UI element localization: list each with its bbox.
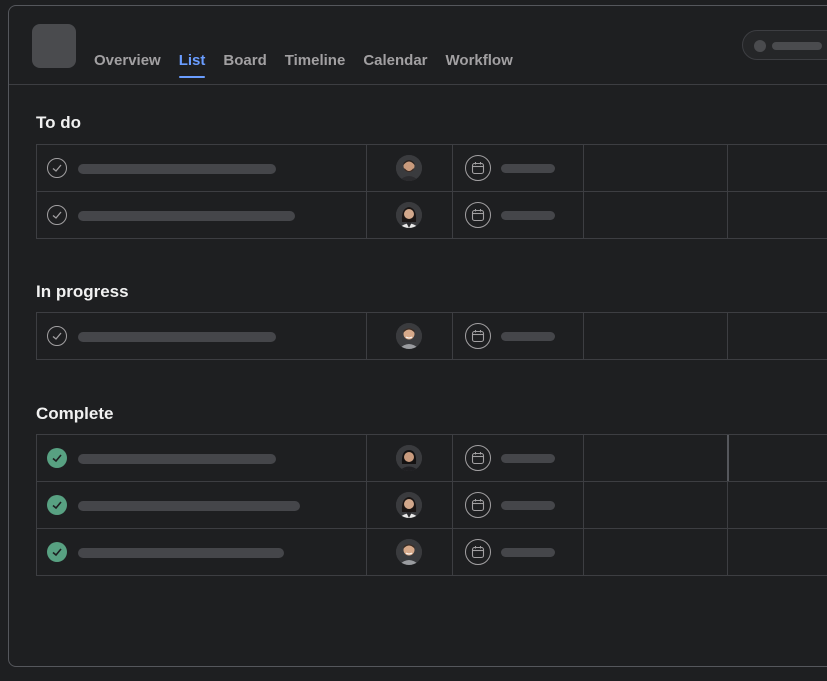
tab-calendar[interactable]: Calendar (363, 52, 427, 77)
section-title-todo: To do (36, 113, 81, 132)
section-title-complete: Complete (36, 404, 114, 423)
section-table-complete (36, 434, 827, 576)
calendar-icon[interactable] (465, 323, 491, 349)
task-row[interactable] (36, 435, 827, 482)
tab-timeline[interactable]: Timeline (285, 52, 346, 77)
task-row[interactable] (36, 145, 827, 192)
task-name-placeholder[interactable] (78, 164, 276, 174)
project-icon[interactable] (32, 24, 76, 68)
check-circle-icon[interactable] (47, 158, 67, 178)
calendar-icon[interactable] (465, 539, 491, 565)
check-circle-filled-icon[interactable] (47, 495, 67, 515)
tab-overview[interactable]: Overview (94, 52, 161, 77)
assignee-avatar[interactable] (396, 539, 422, 565)
tab-board[interactable]: Board (223, 52, 266, 77)
due-date-placeholder[interactable] (501, 164, 555, 173)
task-row[interactable] (36, 482, 827, 529)
task-name-placeholder[interactable] (78, 454, 276, 464)
tab-workflow[interactable]: Workflow (446, 52, 513, 77)
assignee-avatar[interactable] (396, 492, 422, 518)
section-table-todo (36, 144, 827, 239)
check-circle-filled-icon[interactable] (47, 542, 67, 562)
project-header: Overview List Board Timeline Calendar Wo… (9, 6, 827, 85)
due-date-placeholder[interactable] (501, 501, 555, 510)
due-date-placeholder[interactable] (501, 332, 555, 341)
task-name-placeholder[interactable] (78, 332, 276, 342)
calendar-icon[interactable] (465, 445, 491, 471)
calendar-icon[interactable] (465, 202, 491, 228)
assignee-avatar[interactable] (396, 445, 422, 471)
task-row[interactable] (36, 529, 827, 576)
tab-list[interactable]: List (178, 52, 205, 78)
assignee-avatar[interactable] (396, 202, 422, 228)
view-tabs: Overview List Board Timeline Calendar Wo… (94, 52, 513, 78)
header-action-pill[interactable] (742, 30, 827, 60)
due-date-placeholder[interactable] (501, 454, 555, 463)
calendar-icon[interactable] (465, 155, 491, 181)
assignee-avatar[interactable] (396, 155, 422, 181)
due-date-placeholder[interactable] (501, 548, 555, 557)
section-title-in-progress: In progress (36, 282, 129, 301)
check-circle-icon[interactable] (47, 205, 67, 225)
task-name-placeholder[interactable] (78, 211, 295, 221)
section-table-in-progress (36, 312, 827, 360)
task-row[interactable] (36, 313, 827, 360)
project-window: Overview List Board Timeline Calendar Wo… (8, 5, 827, 667)
task-name-placeholder[interactable] (78, 548, 284, 558)
check-circle-icon[interactable] (47, 326, 67, 346)
calendar-icon[interactable] (465, 492, 491, 518)
assignee-avatar[interactable] (396, 323, 422, 349)
check-circle-filled-icon[interactable] (47, 448, 67, 468)
due-date-placeholder[interactable] (501, 211, 555, 220)
pill-placeholder (772, 42, 822, 50)
task-row[interactable] (36, 192, 827, 239)
task-name-placeholder[interactable] (78, 501, 300, 511)
pill-dot-icon (754, 40, 766, 52)
